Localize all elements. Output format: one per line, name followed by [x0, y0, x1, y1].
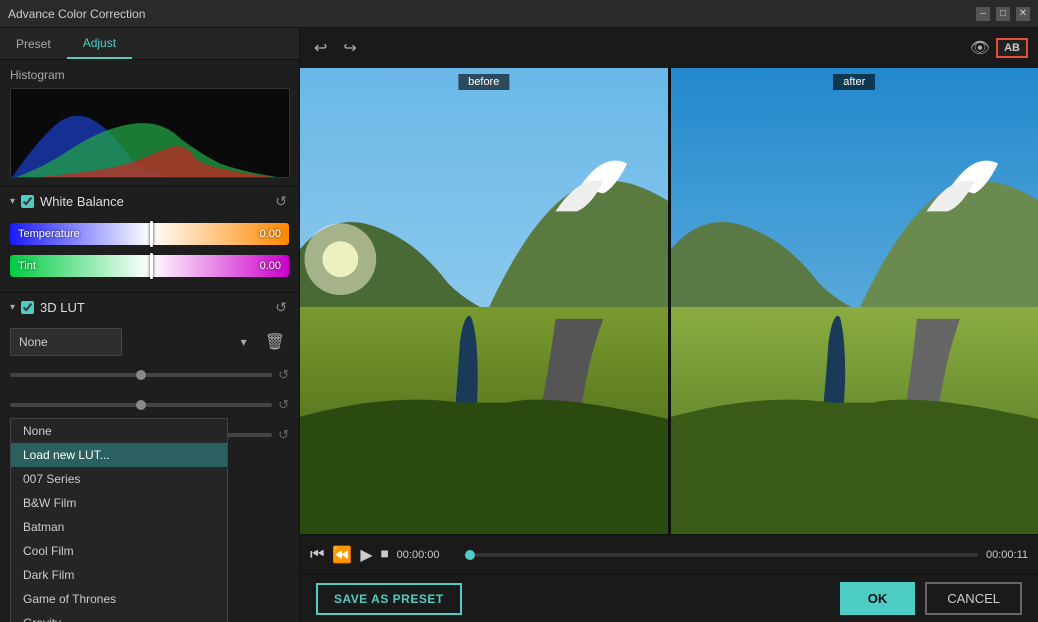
lut-option-batman[interactable]: Batman — [11, 515, 227, 539]
lut-option-bw[interactable]: B&W Film — [11, 491, 227, 515]
step-back-button[interactable]: ⏪ — [332, 545, 352, 565]
visibility-button[interactable]: 👁 — [970, 38, 990, 58]
play-button[interactable]: ▶ — [360, 545, 372, 565]
lut-option-007[interactable]: 007 Series — [11, 467, 227, 491]
right-panel: ↩ ↪ 👁 AB before — [300, 28, 1038, 622]
tab-bar: Preset Adjust — [0, 28, 299, 60]
window-title: Advance Color Correction — [8, 7, 145, 21]
save-preset-button[interactable]: SAVE AS PRESET — [316, 583, 462, 615]
tab-preset[interactable]: Preset — [0, 28, 67, 59]
ab-compare-button[interactable]: AB — [996, 38, 1028, 58]
temperature-slider[interactable]: Temperature 0.00 — [10, 223, 289, 245]
tint-value: 0.00 — [260, 260, 281, 272]
bottom-bar: SAVE AS PRESET OK CANCEL — [300, 574, 1038, 622]
extra-slider-row-1: ↺ — [10, 362, 289, 388]
after-scene — [671, 68, 1038, 534]
action-buttons: OK CANCEL — [840, 582, 1022, 615]
extra-reset-1[interactable]: ↺ — [278, 367, 289, 383]
lut-controls: None Load new LUT... 007 Series B&W Film… — [0, 322, 299, 362]
lut-select[interactable]: None Load new LUT... 007 Series B&W Film… — [10, 328, 122, 356]
close-button[interactable]: ✕ — [1016, 7, 1030, 21]
histogram-section: Histogram — [0, 60, 299, 186]
lut-select-wrapper: None Load new LUT... 007 Series B&W Film… — [10, 328, 255, 356]
end-time: 00:00:11 — [986, 549, 1028, 561]
extra-slider-row-2: ↺ — [10, 392, 289, 418]
slider-section: Temperature 0.00 Tint 0.00 — [0, 216, 299, 292]
toolbar-left: ↩ ↪ — [310, 36, 361, 60]
white-balance-header: ▾ White Balance ↺ — [0, 186, 299, 216]
stop-button[interactable]: ⏹ — [381, 546, 389, 564]
extra-slider-1[interactable] — [10, 373, 272, 377]
lut-reset[interactable]: ↺ — [273, 299, 289, 316]
minimize-button[interactable]: – — [976, 7, 990, 21]
current-time: 00:00:00 — [397, 549, 457, 561]
lut-option-none[interactable]: None — [11, 419, 227, 443]
lut-chevron[interactable]: ▾ — [10, 302, 15, 313]
temperature-label: Temperature — [18, 228, 80, 240]
histogram-canvas — [10, 88, 290, 178]
toolbar-right: 👁 AB — [970, 38, 1028, 58]
maximize-button[interactable]: □ — [996, 7, 1010, 21]
extra-slider-1-thumb[interactable] — [136, 370, 146, 380]
after-label: after — [833, 74, 875, 90]
tint-thumb[interactable] — [150, 253, 153, 279]
left-panel: Preset Adjust Histogram ▾ — [0, 28, 300, 622]
lut-option-dark[interactable]: Dark Film — [11, 563, 227, 587]
temperature-row: Temperature 0.00 — [10, 220, 289, 248]
temperature-value: 0.00 — [260, 228, 281, 240]
main-layout: Preset Adjust Histogram ▾ — [0, 28, 1038, 622]
white-balance-reset[interactable]: ↺ — [273, 193, 289, 210]
top-toolbar: ↩ ↪ 👁 AB — [300, 28, 1038, 68]
video-preview: before — [300, 68, 1038, 534]
tint-slider[interactable]: Tint 0.00 — [10, 255, 289, 277]
lut-option-gravity[interactable]: Gravity — [11, 611, 227, 622]
lut-delete-button[interactable]: 🗑 — [261, 330, 289, 354]
lut-option-cool[interactable]: Cool Film — [11, 539, 227, 563]
lut-option-got[interactable]: Game of Thrones — [11, 587, 227, 611]
video-before: before — [300, 68, 668, 534]
white-balance-chevron[interactable]: ▾ — [10, 196, 15, 207]
extra-slider-2-thumb[interactable] — [136, 400, 146, 410]
before-scene — [300, 68, 668, 534]
redo-button[interactable]: ↪ — [339, 36, 360, 60]
ok-button[interactable]: OK — [840, 582, 916, 615]
video-divider — [668, 68, 671, 534]
before-label: before — [458, 74, 509, 90]
white-balance-label: White Balance — [40, 194, 267, 209]
undo-button[interactable]: ↩ — [310, 36, 331, 60]
temperature-thumb[interactable] — [150, 221, 153, 247]
lut-checkbox[interactable] — [21, 301, 34, 314]
cancel-button[interactable]: CANCEL — [925, 582, 1022, 615]
white-balance-checkbox[interactable] — [21, 195, 34, 208]
extra-reset-2[interactable]: ↺ — [278, 397, 289, 413]
extra-reset-3[interactable]: ↺ — [278, 427, 289, 443]
tab-adjust[interactable]: Adjust — [67, 28, 132, 59]
window-controls: – □ ✕ — [976, 7, 1030, 21]
tint-row: Tint 0.00 — [10, 252, 289, 280]
progress-bar[interactable] — [465, 553, 978, 557]
lut-option-load[interactable]: Load new LUT... — [11, 443, 227, 467]
histogram-title: Histogram — [10, 68, 289, 82]
lut-label: 3D LUT — [40, 300, 267, 315]
lut-header: ▾ 3D LUT ↺ — [0, 292, 299, 322]
histogram-svg — [11, 89, 290, 178]
tint-label: Tint — [18, 260, 36, 272]
title-bar: Advance Color Correction – □ ✕ — [0, 0, 1038, 28]
lut-dropdown: None Load new LUT... 007 Series B&W Film… — [10, 418, 228, 622]
extra-slider-2[interactable] — [10, 403, 272, 407]
playback-bar: ⏮ ⏪ ▶ ⏹ 00:00:00 00:00:11 — [300, 534, 1038, 574]
progress-dot[interactable] — [465, 550, 475, 560]
video-after: after — [671, 68, 1038, 534]
skip-back-button[interactable]: ⏮ — [310, 546, 324, 564]
